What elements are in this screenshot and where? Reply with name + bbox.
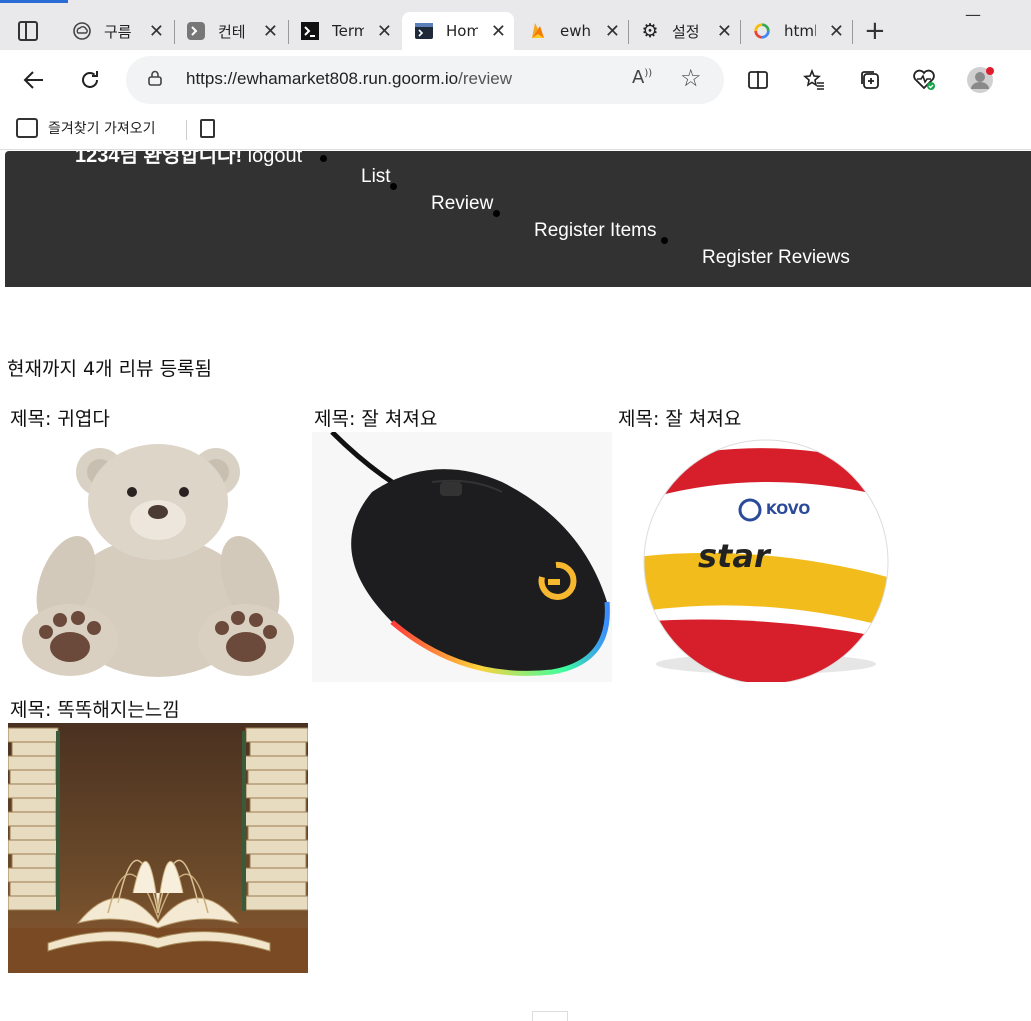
browser-toolbar: https://ewhamarket808.run.goorm.io/revie… <box>0 50 1031 110</box>
browser-tab[interactable]: ⚙ 설정 ✕ <box>640 12 740 50</box>
back-icon[interactable] <box>20 66 48 94</box>
close-icon[interactable]: ✕ <box>829 21 844 42</box>
document-icon[interactable] <box>200 119 215 138</box>
terminal-icon <box>300 21 320 41</box>
favorites-divider <box>186 120 187 140</box>
lock-icon[interactable] <box>148 70 162 86</box>
import-favorites-label: 즐겨찾기 가져오기 <box>48 121 156 137</box>
tab-label: Hom <box>446 22 478 40</box>
tab-label: ewha <box>560 22 592 40</box>
logout-link[interactable]: logout <box>248 151 303 167</box>
ball-brand-text: star <box>698 537 772 575</box>
browser-tab[interactable]: html ✕ <box>752 12 852 50</box>
pagination-stub <box>532 1011 568 1021</box>
bullet-dot <box>493 210 500 217</box>
top-nav: 1234님 환영합니다! logout List Review Register… <box>5 151 1031 287</box>
tab-accent <box>0 0 68 3</box>
url-host: https://ewhamarket808.run.goorm.io <box>186 69 459 88</box>
gear-icon: ⚙ <box>641 20 659 42</box>
close-icon[interactable]: ✕ <box>263 21 278 42</box>
close-icon[interactable]: ✕ <box>717 21 732 42</box>
close-icon[interactable]: ✕ <box>377 21 392 42</box>
read-aloud-icon[interactable]: A)) <box>632 67 652 88</box>
welcome-message: 1234님 환영합니다! logout <box>75 151 302 168</box>
url-text[interactable]: https://ewhamarket808.run.goorm.io/revie… <box>186 69 512 89</box>
review-title: 제목: 귀엽다 <box>10 408 110 430</box>
tab-label: 컨테 <box>218 22 246 41</box>
close-icon[interactable]: ✕ <box>605 21 620 42</box>
terminal-icon <box>414 21 434 41</box>
tab-divider <box>288 20 289 44</box>
browser-tab-active[interactable]: Hom ✕ <box>402 12 514 50</box>
tab-divider <box>174 20 175 44</box>
favorites-icon[interactable] <box>800 66 828 94</box>
tab-divider <box>852 20 853 44</box>
nav-link-register-reviews[interactable]: Register Reviews <box>702 247 850 269</box>
review-card[interactable]: 제목: 귀엽다 <box>8 404 308 682</box>
page-content: 1234님 환영합니다! logout List Review Register… <box>5 151 1031 1021</box>
teddy-bear-image[interactable] <box>8 432 308 682</box>
bullet-dot <box>661 237 668 244</box>
browser-essentials-icon[interactable] <box>910 66 938 94</box>
nav-link-register-items[interactable]: Register Items <box>534 220 656 242</box>
review-title: 제목: 똑똑해지는느낌 <box>10 699 180 721</box>
review-card[interactable]: 제목: 똑똑해지는느낌 <box>8 695 308 973</box>
tab-divider <box>740 20 741 44</box>
terminal-icon <box>186 21 206 41</box>
cloud-icon <box>72 21 92 41</box>
import-favorites-link[interactable]: 즐겨찾기 가져오기 <box>16 118 156 138</box>
tab-label: Term <box>332 22 364 40</box>
tab-divider <box>628 20 629 44</box>
review-title: 제목: 잘 쳐져요 <box>618 408 742 430</box>
browser-tab[interactable]: 컨테 ✕ <box>186 12 286 50</box>
books-image[interactable] <box>8 723 308 973</box>
browser-tab[interactable]: ewha ✕ <box>528 12 628 50</box>
browser-tab[interactable]: Term ✕ <box>300 12 400 50</box>
greeting-text: 1234님 환영합니다! <box>75 151 243 167</box>
review-card[interactable]: 제목: 잘 쳐져요 <box>312 404 612 682</box>
ball-league-text: KOVO <box>766 502 810 518</box>
review-title: 제목: 잘 쳐져요 <box>314 408 438 430</box>
profile-avatar[interactable] <box>966 66 994 94</box>
review-count: 현재까지 4개 리뷰 등록됨 <box>7 358 213 380</box>
address-bar[interactable]: https://ewhamarket808.run.goorm.io/revie… <box>126 56 724 104</box>
browser-tab-bar: 구름 ✕ 컨테 ✕ Term ✕ Hom ✕ ewha ✕ ⚙ 설정 ✕ <box>0 0 1031 50</box>
url-path: /review <box>458 69 513 88</box>
tab-label: 구름 <box>104 22 132 41</box>
favorite-star-icon[interactable]: ☆ <box>680 64 702 92</box>
minimize-icon[interactable]: — <box>965 5 981 24</box>
split-screen-icon[interactable] <box>744 66 772 94</box>
browser-tab[interactable]: 구름 ✕ <box>72 12 172 50</box>
refresh-icon[interactable] <box>76 66 104 94</box>
gaming-mouse-image[interactable] <box>312 432 612 682</box>
bullet-dot <box>320 155 327 162</box>
nav-link-list[interactable]: List <box>361 166 391 188</box>
close-icon[interactable]: ✕ <box>491 21 506 42</box>
google-icon <box>752 21 772 41</box>
tab-label: 설정 <box>672 22 700 41</box>
tab-actions-icon[interactable] <box>18 21 38 41</box>
firebase-icon <box>528 21 548 41</box>
nav-link-review[interactable]: Review <box>431 193 493 215</box>
volleyball-image[interactable]: KOVO star <box>616 432 916 682</box>
close-icon[interactable]: ✕ <box>149 21 164 42</box>
favorites-bar: 즐겨찾기 가져오기 <box>0 110 1031 150</box>
tab-label: html <box>784 22 816 40</box>
new-tab-icon[interactable]: + <box>864 16 886 46</box>
collections-icon[interactable] <box>856 66 884 94</box>
bullet-dot <box>390 183 397 190</box>
review-card[interactable]: 제목: 잘 쳐져요 KOVO star <box>616 404 916 682</box>
folder-import-icon <box>16 118 38 138</box>
